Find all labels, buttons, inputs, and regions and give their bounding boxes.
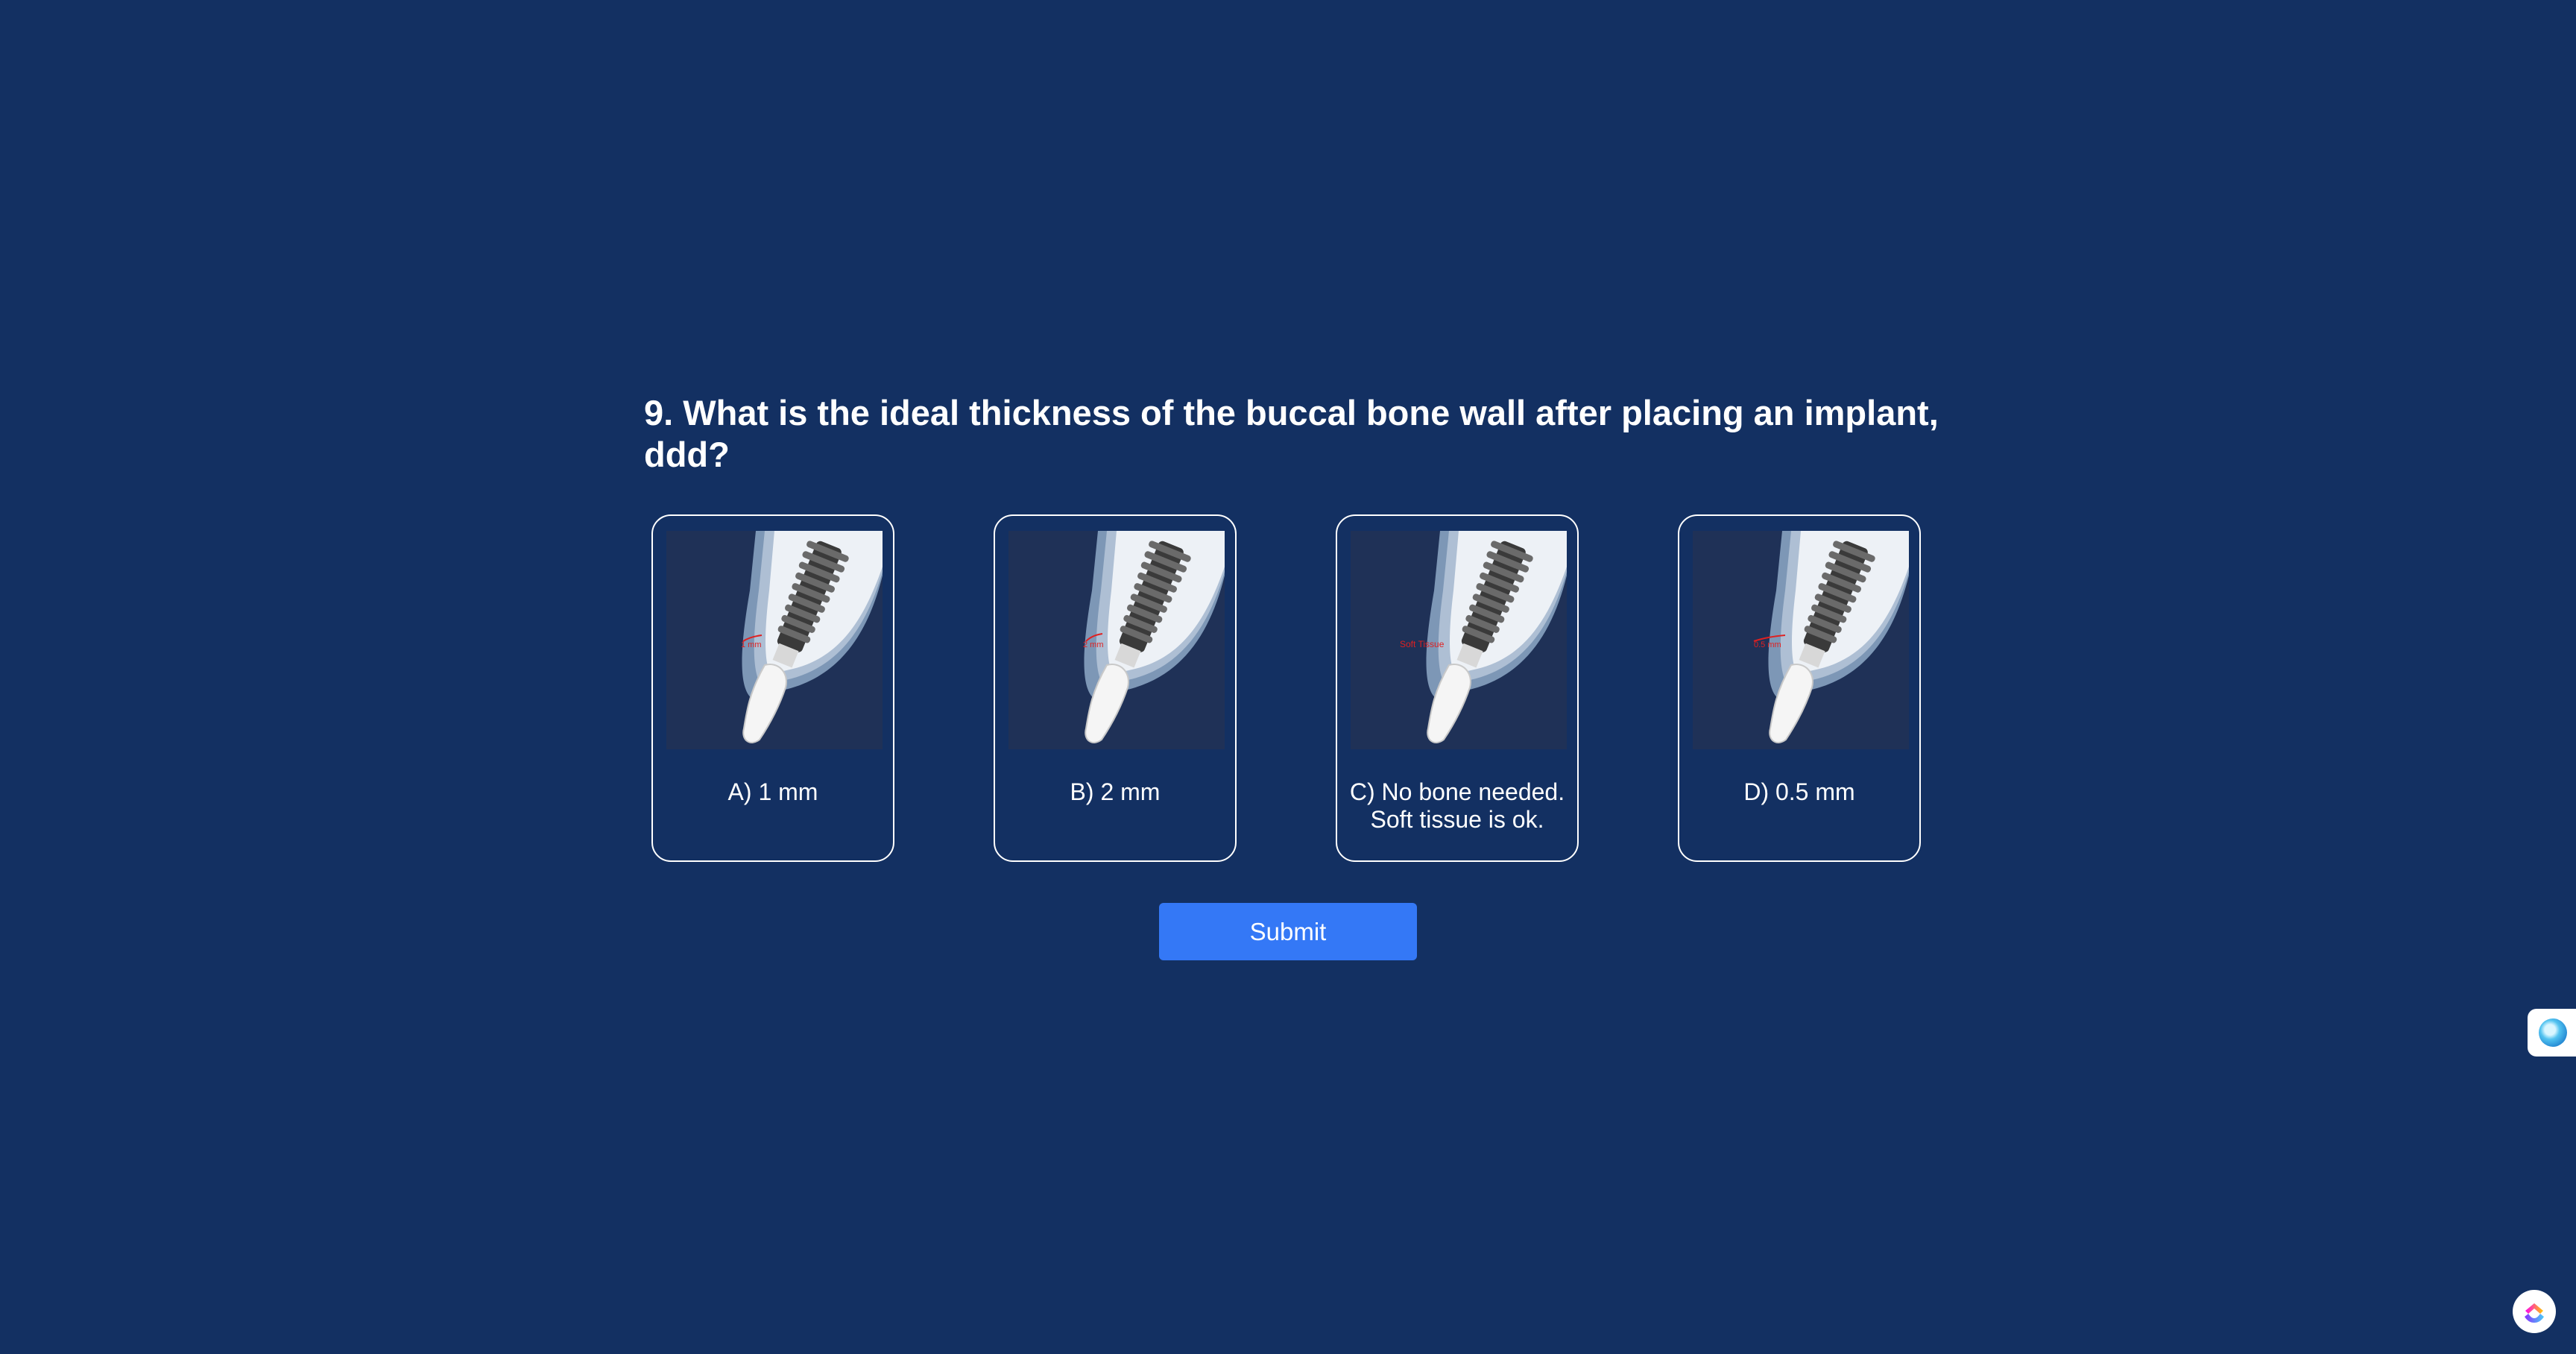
- submit-button[interactable]: Submit: [1159, 903, 1417, 960]
- implant-image: 2 mm: [1083, 531, 1225, 743]
- option-label-a: A) 1 mm: [727, 778, 818, 805]
- option-label-b: B) 2 mm: [1070, 778, 1161, 805]
- option-card-c[interactable]: Soft Tissue C) No bone needed. Soft tiss…: [1336, 514, 1579, 862]
- option-label-c: C) No bone needed. Soft tissue is ok.: [1349, 778, 1565, 833]
- option-card-d[interactable]: 0.5 mm D) 0.5 mm: [1678, 514, 1921, 862]
- option-card-b[interactable]: 2 mm B) 2 mm: [994, 514, 1237, 862]
- implant-image: Soft Tissue: [1400, 531, 1567, 743]
- implant-caption: 1 mm: [741, 640, 762, 649]
- implant-caption: Soft Tissue: [1400, 639, 1445, 649]
- implant-caption: 2 mm: [1083, 640, 1104, 649]
- implant-illustration: Soft Tissue: [1351, 531, 1567, 749]
- quiz-page: 9. What is the ideal thickness of the bu…: [0, 0, 2576, 1354]
- implant-illustration: 1 mm: [666, 531, 883, 749]
- implant-image: 0.5 mm: [1753, 531, 1909, 743]
- implant-illustration: 0.5 mm: [1693, 531, 1909, 749]
- answer-options: 1 mm A) 1 mm 2 mm B) 2 mm Soft Tissue C)…: [651, 514, 1926, 865]
- assistant-widget-button[interactable]: [2528, 1009, 2576, 1057]
- clickup-logo-icon: [2525, 1303, 2544, 1323]
- option-card-a[interactable]: 1 mm A) 1 mm: [651, 514, 894, 862]
- implant-caption: 0.5 mm: [1754, 640, 1781, 649]
- assistant-orb-icon: [2539, 1018, 2567, 1047]
- clickup-widget-button[interactable]: [2513, 1290, 2556, 1333]
- option-label-d: D) 0.5 mm: [1743, 778, 1855, 805]
- question-title: 9. What is the ideal thickness of the bu…: [644, 393, 1939, 474]
- implant-illustration: 2 mm: [1008, 531, 1225, 749]
- implant-image: 1 mm: [741, 531, 883, 743]
